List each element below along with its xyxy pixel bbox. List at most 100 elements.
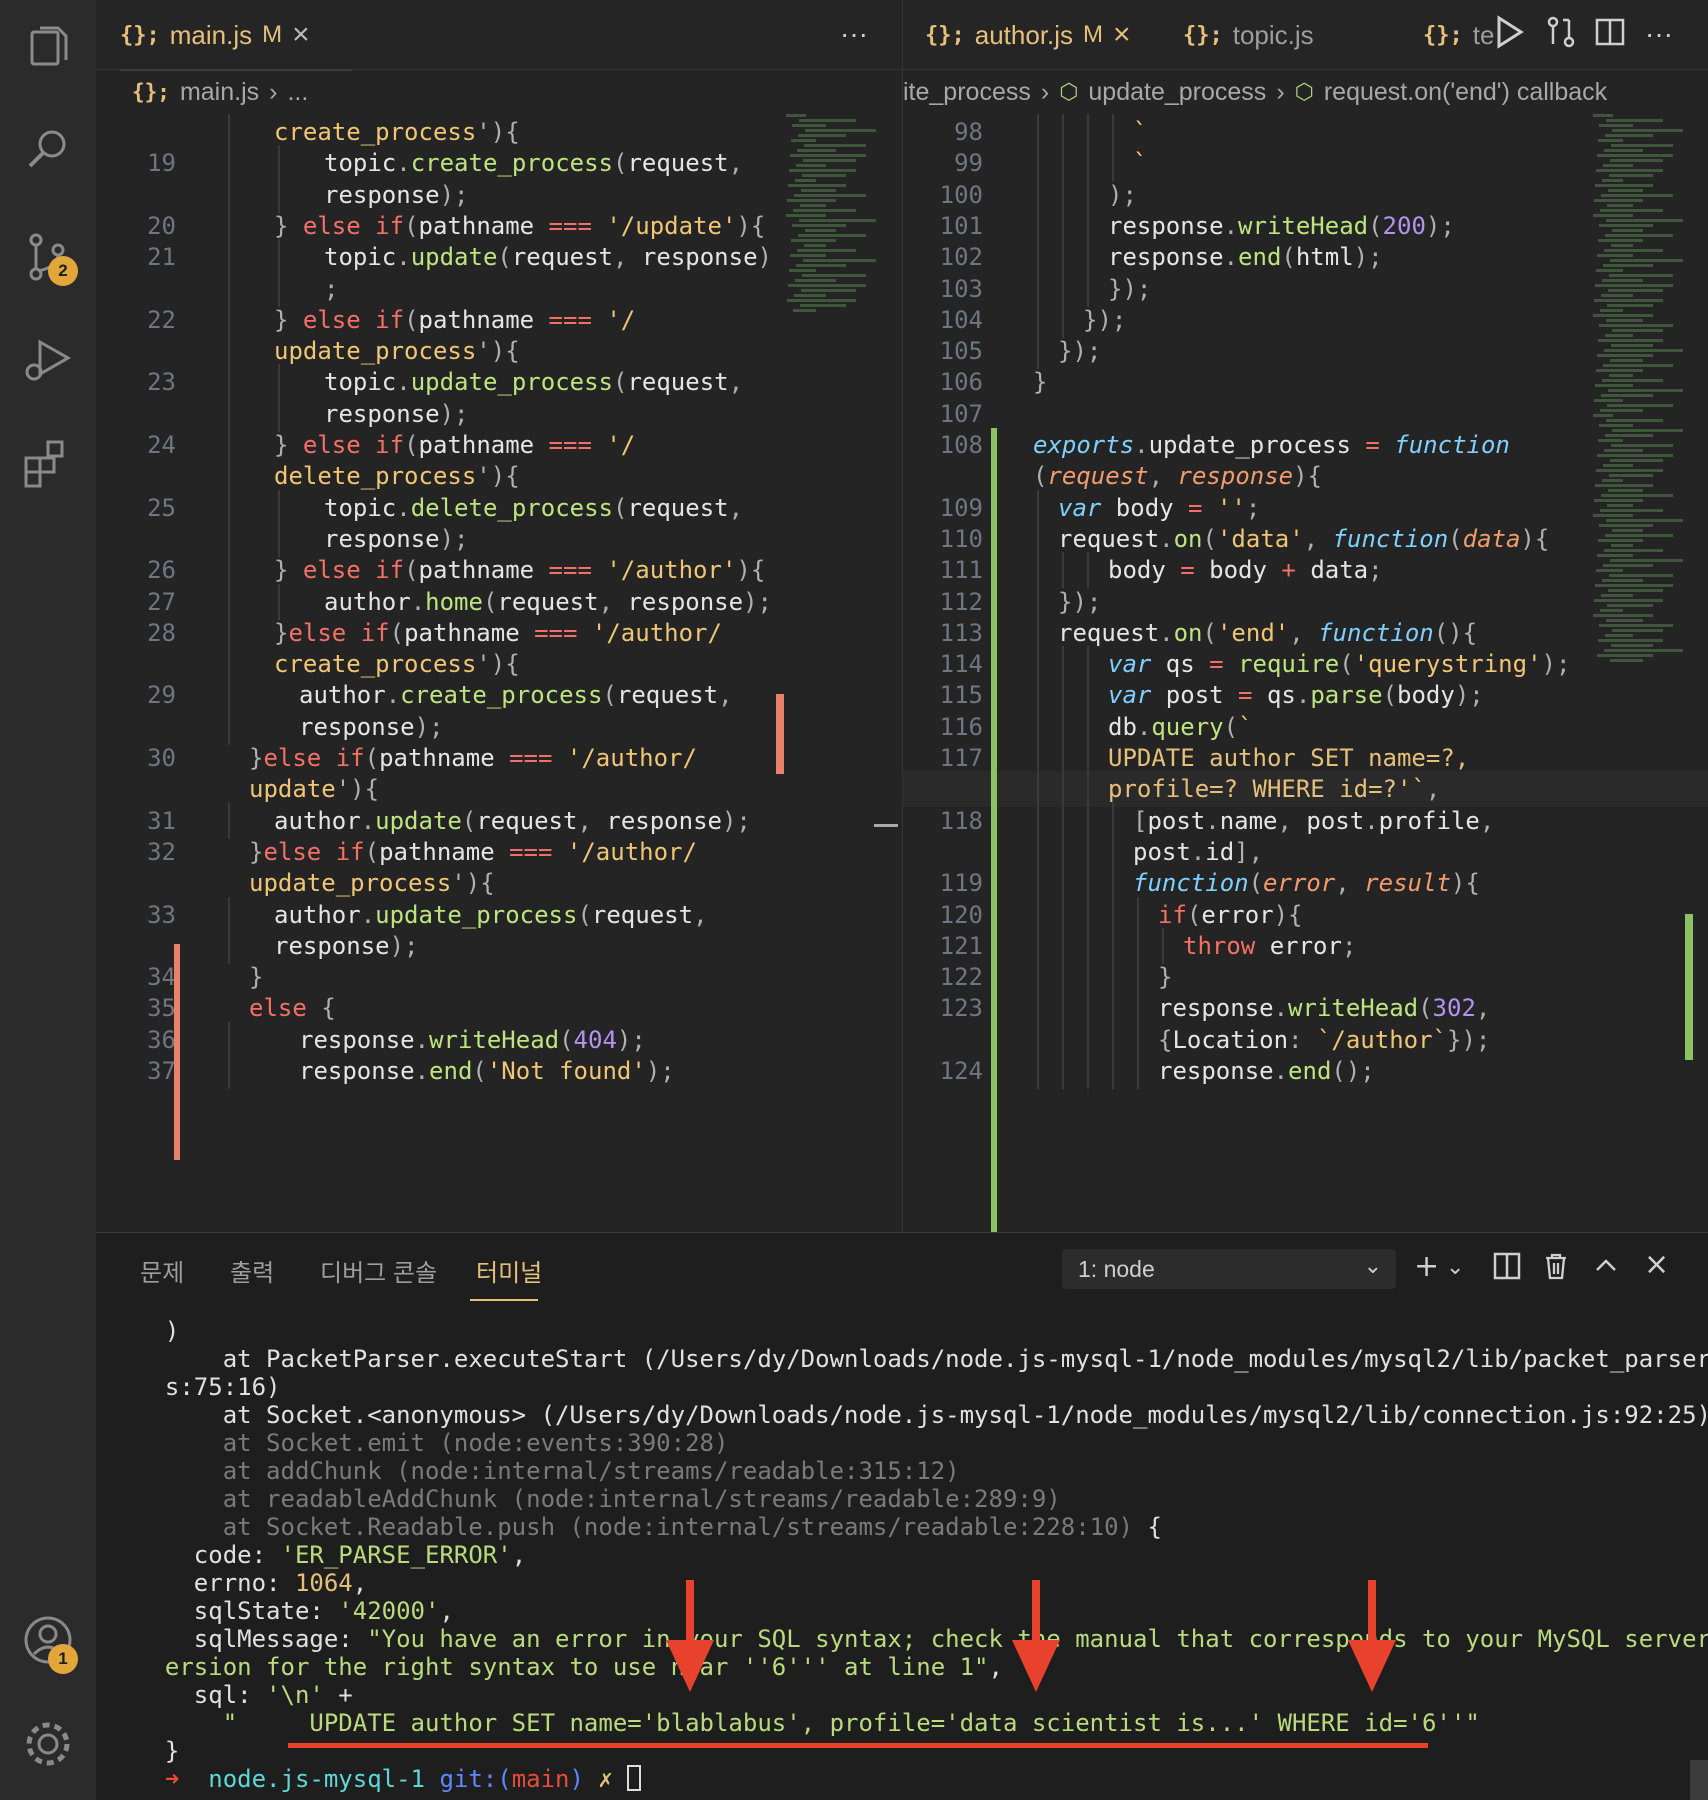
code-token: . — [396, 493, 411, 522]
terminal-output[interactable]: ) at PacketParser.executeStart (/Users/d… — [136, 1317, 1708, 1793]
minimap-line — [1600, 309, 1623, 312]
split-terminal-icon[interactable] — [1492, 1251, 1522, 1289]
breadcrumb-item[interactable]: ite_process — [903, 78, 1031, 107]
code-token: } — [274, 556, 303, 585]
code-token: request — [511, 243, 614, 272]
minimap-line — [1598, 439, 1623, 442]
code-token: request — [627, 149, 729, 178]
breadcrumb-item[interactable]: request.on('end') callback — [1324, 78, 1607, 107]
minimap-line — [1594, 199, 1643, 202]
code-token: else if — [302, 305, 405, 334]
code-token: , — [728, 149, 744, 178]
close-panel-icon[interactable]: × — [1644, 1247, 1669, 1282]
tab-author-js[interactable]: {}; author.js M × — [925, 0, 1131, 70]
code-token: profile — [1378, 806, 1480, 835]
code-token: ); — [743, 587, 772, 616]
code-token: create_process — [274, 650, 477, 679]
minimap-line — [791, 139, 816, 142]
minimap-line — [1596, 469, 1663, 472]
code-token: . — [396, 243, 411, 272]
split-editor-icon[interactable] — [1593, 14, 1627, 57]
code-token: , — [728, 368, 744, 397]
code-token: '/author/ — [566, 744, 697, 772]
code-token: ( — [389, 618, 405, 647]
code-token: body — [1108, 556, 1166, 585]
minimap-line — [805, 129, 876, 132]
terminal-line: at Socket.<anonymous> (/Users/dy/Downloa… — [136, 1401, 1708, 1429]
settings-gear-icon[interactable] — [18, 1714, 78, 1774]
minimap-line — [1593, 314, 1653, 317]
terminal-line: s:75:16) — [136, 1373, 1696, 1401]
minimap-line — [789, 169, 856, 172]
code-token: 200 — [1382, 211, 1426, 240]
maximize-panel-icon[interactable] — [1592, 1251, 1620, 1287]
run-debug-icon[interactable] — [18, 330, 78, 390]
tab-problems[interactable]: 문제 — [140, 1253, 184, 1288]
breadcrumb-file[interactable]: main.js — [180, 78, 259, 107]
more-actions-icon[interactable]: ··· — [840, 18, 868, 50]
code-token: '/ — [606, 431, 636, 459]
extensions-icon[interactable] — [18, 434, 78, 494]
code-token: . — [1295, 681, 1311, 710]
code-token: qs — [1151, 650, 1195, 679]
minimap-line — [1597, 654, 1653, 657]
more-actions-icon[interactable]: ··· — [1645, 18, 1673, 50]
minimap[interactable] — [786, 114, 876, 314]
code-token: . — [1364, 806, 1379, 835]
code-token: ( — [472, 1057, 487, 1085]
minimap-line — [1606, 119, 1663, 122]
minimap[interactable] — [1593, 114, 1683, 664]
annotation-arrow-2 — [1012, 1580, 1060, 1692]
terminal-select[interactable]: 1: node ⌄ — [1062, 1249, 1396, 1289]
code-token: = — [1350, 431, 1395, 459]
minimap-line — [1603, 364, 1673, 367]
tab-output[interactable]: 출력 — [230, 1253, 274, 1288]
source-control-icon[interactable]: 2 — [18, 228, 78, 288]
code-token: = — [1173, 493, 1217, 522]
chevron-down-icon[interactable]: ⌄ — [1446, 1255, 1464, 1280]
close-icon[interactable]: × — [292, 18, 310, 52]
minimap-line — [1604, 249, 1663, 252]
trash-icon[interactable] — [1542, 1251, 1570, 1289]
code-token: response — [1108, 211, 1224, 240]
code-token: '){ — [451, 869, 495, 898]
tab-debug-console[interactable]: 디버그 콘솔 — [320, 1253, 437, 1288]
minimap-line — [804, 144, 866, 147]
account-icon[interactable]: 1 — [18, 1610, 78, 1674]
tab-terminal[interactable]: 터미널 — [476, 1253, 542, 1288]
terminal-scrollbar[interactable] — [1690, 1760, 1708, 1800]
minimap-line — [1593, 514, 1633, 517]
new-terminal-plus-icon[interactable]: + — [1414, 1249, 1439, 1284]
code-token: ( — [1382, 681, 1398, 710]
terminal-text: at addChunk (node:internal/streams/reada… — [136, 1457, 960, 1485]
search-icon[interactable] — [18, 120, 78, 180]
code-token: 'data' — [1216, 524, 1304, 553]
tab-main-js[interactable]: {}; main.js M × — [120, 0, 352, 71]
explorer-icon[interactable] — [18, 18, 78, 78]
code-token: , — [1148, 462, 1178, 491]
tab-truncated[interactable]: {}; te — [1423, 0, 1494, 70]
minimap-line — [1610, 559, 1683, 562]
code-line[interactable]: 37 response.end('Not found'); — [96, 1053, 902, 1089]
code-token: . — [360, 900, 376, 929]
open-changes-icon[interactable] — [1543, 14, 1579, 57]
close-icon[interactable]: × — [1113, 18, 1131, 52]
code-token: function — [1332, 524, 1449, 553]
minimap-line — [1604, 449, 1643, 452]
tab-topic-js[interactable]: {}; topic.js — [1183, 0, 1314, 70]
minimap-line — [1602, 279, 1643, 282]
minimap-line — [1609, 574, 1673, 577]
breadcrumb-item[interactable]: update_process — [1088, 78, 1266, 107]
modified-indicator: M — [262, 21, 283, 48]
minimap-line — [1610, 459, 1663, 462]
breadcrumb-rest[interactable]: ... — [287, 78, 308, 107]
minimap-line — [1597, 254, 1633, 257]
modified-lines-gutter-marker — [174, 944, 180, 1160]
code-line[interactable]: 124 response.end(); — [903, 1053, 1708, 1089]
code-token: . — [360, 806, 376, 835]
minimap-line — [803, 159, 856, 162]
run-icon[interactable] — [1493, 14, 1525, 57]
code-token: else if — [302, 211, 405, 240]
minimap-line — [793, 309, 816, 312]
code-token: ){ — [1293, 462, 1323, 491]
